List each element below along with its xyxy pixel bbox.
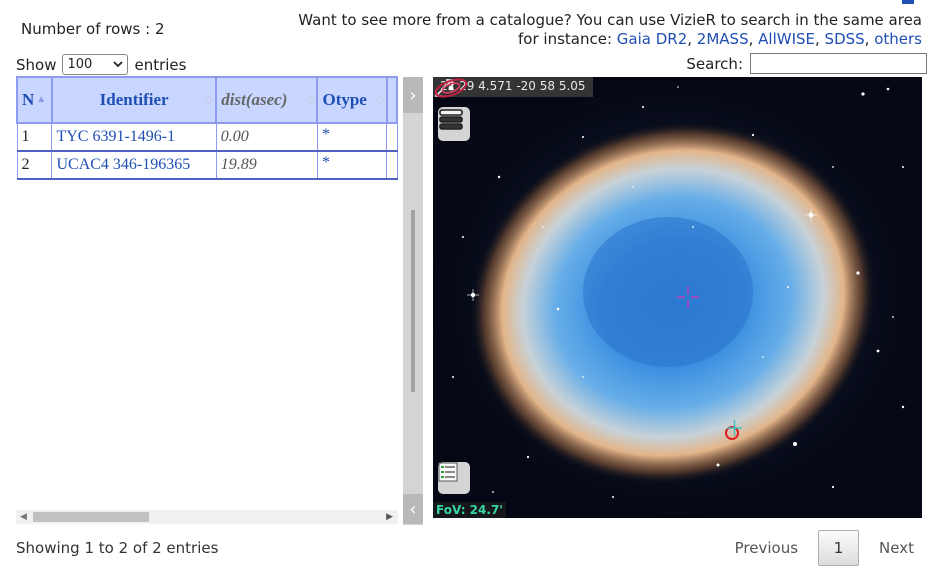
page-button-current[interactable]: 1 xyxy=(818,530,860,566)
search-input[interactable] xyxy=(750,53,927,74)
vizier-promo: Want to see more from a catalogue? You c… xyxy=(298,11,922,49)
horizontal-scrollbar[interactable]: ◀ ▶ xyxy=(16,510,398,524)
previous-button[interactable]: Previous xyxy=(735,539,798,557)
column-label: Otype xyxy=(322,90,367,109)
table-row[interactable]: 2 UCAC4 346-196365 19.89 * xyxy=(16,150,398,180)
column-header-dist[interactable]: dist(asec) ◇ xyxy=(215,76,319,124)
expand-right-button[interactable]: › xyxy=(403,77,423,113)
length-menu: Show 100 entries xyxy=(16,54,186,75)
cell-identifier[interactable]: TYC 6391-1496-1 xyxy=(51,122,217,152)
entries-select-value: 100 xyxy=(67,57,93,72)
show-label: Show xyxy=(16,55,57,74)
sort-both-icon: ◇ xyxy=(375,94,384,106)
pagination: Previous 1 Next xyxy=(735,530,914,566)
entries-select[interactable]: 100 xyxy=(62,54,129,75)
scrollbar-thumb[interactable] xyxy=(33,512,149,522)
separator: , xyxy=(864,30,875,48)
results-table: N ▲ Identifier ◇ dist(asec) ◇ Otype ◇ 1 TYC … xyxy=(16,76,398,180)
column-header-identifier[interactable]: Identifier ◇ xyxy=(50,76,218,124)
sort-both-icon: ◇ xyxy=(204,94,214,106)
sort-asc-icon: ▲ xyxy=(36,94,47,105)
cell-n: 2 xyxy=(16,150,53,180)
link-2mass[interactable]: 2MASS xyxy=(697,30,749,48)
chevron-left-icon: ‹ xyxy=(409,498,417,520)
cell-identifier[interactable]: UCAC4 346-196365 xyxy=(51,150,217,180)
search-area: Search: xyxy=(686,53,927,74)
cell-n: 1 xyxy=(16,122,53,152)
cell-otype: * xyxy=(316,150,388,180)
search-label: Search: xyxy=(686,54,743,73)
sky-viewer[interactable]: 22 29 4.571 -20 58 5.05 FoV: 24.7' xyxy=(433,77,922,518)
sky-image[interactable] xyxy=(433,77,922,518)
layers-button[interactable] xyxy=(438,107,470,141)
chevron-right-icon: › xyxy=(409,84,417,106)
field-of-view-label: FoV: 24.7' xyxy=(433,502,506,518)
promo-text: Want to see more from a catalogue? You c… xyxy=(298,11,922,29)
separator: , xyxy=(687,30,697,48)
identifier-link[interactable]: UCAC4 346-196365 xyxy=(56,156,190,173)
collapse-left-button[interactable]: ‹ xyxy=(403,494,423,524)
separator: , xyxy=(815,30,825,48)
link-allwise[interactable]: AllWISE xyxy=(758,30,815,48)
cell-dist: 0.00 xyxy=(215,122,318,152)
catalog-list-icon xyxy=(438,462,458,482)
separator: , xyxy=(748,30,759,48)
column-header-overflow xyxy=(385,76,398,124)
column-header-otype[interactable]: Otype ◇ xyxy=(316,76,388,124)
vertical-scrollbar[interactable] xyxy=(411,210,415,392)
promo-links-line: for instance: Gaia DR2, 2MASS, AllWISE, … xyxy=(298,30,922,49)
cell-overflow xyxy=(386,150,398,180)
column-header-n[interactable]: N ▲ xyxy=(16,76,53,124)
identifier-link[interactable]: TYC 6391-1496-1 xyxy=(56,128,175,145)
column-label: N xyxy=(22,90,35,109)
table-info: Showing 1 to 2 of 2 entries xyxy=(16,539,219,557)
promo-prefix: for instance: xyxy=(518,30,617,48)
cell-overflow xyxy=(386,122,398,152)
catalog-list-button[interactable] xyxy=(438,462,470,494)
next-button[interactable]: Next xyxy=(879,539,914,557)
entries-label: entries xyxy=(134,55,187,74)
chevron-down-icon xyxy=(113,61,124,68)
column-label: dist(asec) xyxy=(221,90,288,109)
aladin-logo-icon xyxy=(434,78,468,98)
corner-indicator xyxy=(902,0,914,4)
rows-count: Number of rows : 2 xyxy=(21,20,165,38)
link-others[interactable]: others xyxy=(874,30,922,48)
results-table-container: N ▲ Identifier ◇ dist(asec) ◇ Otype ◇ 1 TYC … xyxy=(16,76,398,524)
layers-icon xyxy=(439,109,463,130)
scroll-right-icon[interactable]: ▶ xyxy=(386,510,393,524)
link-gaia-dr2[interactable]: Gaia DR2 xyxy=(617,30,687,48)
scroll-left-icon[interactable]: ◀ xyxy=(20,510,27,524)
cell-otype: * xyxy=(316,122,388,152)
table-row[interactable]: 1 TYC 6391-1496-1 0.00 * xyxy=(16,122,398,152)
sort-both-icon: ◇ xyxy=(306,94,315,106)
column-label: Identifier xyxy=(99,90,169,109)
link-sdss[interactable]: SDSS xyxy=(825,30,865,48)
cell-dist: 19.89 xyxy=(215,150,318,180)
